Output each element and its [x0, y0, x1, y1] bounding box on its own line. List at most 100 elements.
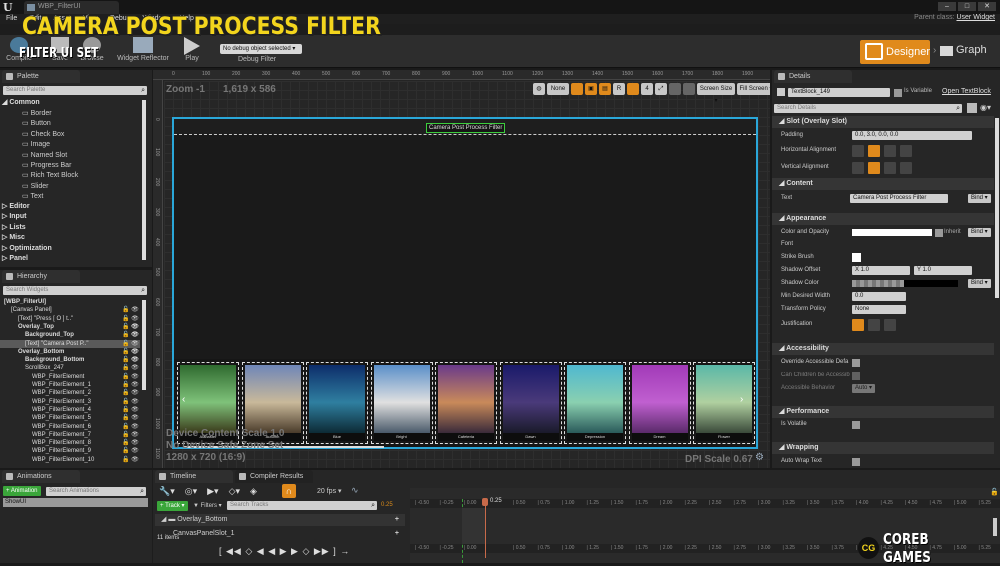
- inherit-checkbox[interactable]: [935, 229, 943, 237]
- text-input[interactable]: Camera Post Process Filter: [850, 194, 948, 203]
- content-section-header[interactable]: ◢ Content: [772, 178, 994, 190]
- padding-input[interactable]: 0.0, 3.0, 0.0, 0.0: [852, 131, 972, 140]
- dpi-toggle[interactable]: [683, 82, 695, 95]
- palette-tab[interactable]: Palette: [2, 70, 80, 83]
- color-bind-button[interactable]: Bind ▾: [968, 228, 991, 237]
- filter-thumbnail[interactable]: Dream: [628, 362, 691, 444]
- curve-editor-icon[interactable]: ∿: [351, 485, 359, 496]
- maximize-button[interactable]: □: [958, 2, 976, 11]
- lock-eye-icons[interactable]: 🔓 👁: [122, 447, 139, 455]
- add-animation-button[interactable]: + Animation: [3, 486, 41, 496]
- palette-item[interactable]: ▭ Border: [22, 109, 52, 119]
- property-matrix-icon[interactable]: [967, 103, 977, 113]
- hierarchy-row[interactable]: WBP_FilterElement_10 🔓 👁: [0, 456, 140, 464]
- align-right-button[interactable]: [884, 145, 896, 157]
- animation-item[interactable]: ShowUI: [3, 498, 148, 507]
- shadow-y-input[interactable]: Y 1.0: [914, 266, 972, 275]
- shadow-bind-button[interactable]: Bind ▾: [968, 279, 991, 288]
- shadow-color-alpha[interactable]: [852, 280, 904, 287]
- grid-snap-toggle[interactable]: [627, 82, 639, 95]
- add-track-button[interactable]: + Track ▾: [157, 501, 188, 511]
- justify-center-button[interactable]: [868, 319, 880, 331]
- hierarchy-row[interactable]: Overlay_Top 🔓 👁: [0, 323, 140, 331]
- palette-item[interactable]: ▭ Button: [22, 119, 51, 129]
- lock-eye-icons[interactable]: 🔓 👁: [122, 389, 139, 397]
- palette-search-input[interactable]: Search Palette ⌕: [3, 86, 147, 95]
- tracks-search-input[interactable]: Search Tracks ⌕: [227, 501, 377, 510]
- palette-category[interactable]: ▷ Optimization: [2, 244, 52, 254]
- hierarchy-scrollbar[interactable]: [142, 300, 146, 390]
- screen-size-select[interactable]: Screen Size ▾: [697, 82, 735, 104]
- hierarchy-row[interactable]: WBP_FilterElement_2 🔓 👁: [0, 389, 140, 397]
- view-icon[interactable]: ◎▾: [185, 486, 197, 497]
- menu-file[interactable]: File: [0, 14, 23, 24]
- filters-button[interactable]: ▼ Filters ▾: [193, 502, 222, 509]
- settings-gear-icon[interactable]: ⚙: [755, 452, 764, 463]
- hierarchy-row[interactable]: [Text] "Camera Post P.." 🔓 👁: [0, 339, 140, 348]
- lock-eye-icons[interactable]: 🔓 👁: [122, 331, 139, 339]
- lock-eye-icons[interactable]: 🔓 👁: [122, 381, 139, 389]
- is-volatile-checkbox[interactable]: [852, 421, 860, 429]
- performance-section-header[interactable]: ◢ Performance: [772, 406, 994, 418]
- filter-thumbnail[interactable]: Flower: [693, 362, 755, 444]
- fps-select[interactable]: 20 fps ▾: [317, 487, 342, 495]
- lock-eye-icons[interactable]: 🔓 👁: [122, 364, 139, 372]
- key-icon[interactable]: ◇▾: [229, 486, 240, 497]
- add-key-icon[interactable]: +: [395, 528, 399, 540]
- slot-section-header[interactable]: ◢ Slot (Overlay Slot): [772, 116, 994, 128]
- hierarchy-row[interactable]: WBP_FilterElement_4 🔓 👁: [0, 406, 140, 414]
- minimize-button[interactable]: –: [938, 2, 956, 11]
- palette-category[interactable]: ▷ Editor: [2, 202, 30, 212]
- zoom-to-fit-icon[interactable]: ⤢: [655, 82, 667, 95]
- filter-thumbnail[interactable]: Depression: [564, 362, 626, 444]
- hierarchy-row[interactable]: Overlay_Bottom 🔓 👁: [0, 348, 140, 356]
- track-canvas-slot[interactable]: CanvasPanelSlot_1 +: [155, 528, 405, 540]
- lock-eye-icons[interactable]: 🔓 👁: [122, 439, 139, 447]
- palette-item[interactable]: ▭ Text: [22, 192, 43, 202]
- lock-eye-icons[interactable]: 🔓 👁: [122, 340, 139, 348]
- children-accessible-checkbox[interactable]: [852, 372, 860, 380]
- widget-name-input[interactable]: TextBlock_149: [788, 88, 890, 97]
- appearance-section-header[interactable]: ◢ Appearance: [772, 213, 994, 225]
- strike-brush-swatch[interactable]: [852, 253, 861, 262]
- details-scrollbar[interactable]: [995, 118, 999, 298]
- hierarchy-row[interactable]: WBP_FilterElement_6 🔓 👁: [0, 423, 140, 431]
- lock-eye-icons[interactable]: 🔓 👁: [122, 315, 139, 323]
- background-toggle[interactable]: [669, 82, 681, 95]
- lock-icon[interactable]: 🔓: [990, 488, 999, 496]
- parent-class-link[interactable]: User Widget: [956, 14, 995, 21]
- details-search-input[interactable]: Search Details ⌕: [774, 104, 962, 113]
- lock-eye-icons[interactable]: 🔓 👁: [122, 356, 139, 364]
- hierarchy-row[interactable]: WBP_FilterElement_3 🔓 👁: [0, 398, 140, 406]
- layout-toggle[interactable]: ▤: [599, 82, 611, 95]
- override-accessible-checkbox[interactable]: [852, 359, 860, 367]
- auto-wrap-checkbox[interactable]: [852, 458, 860, 466]
- compiler-results-tab[interactable]: Compiler Results: [235, 470, 313, 483]
- min-width-input[interactable]: 0.0: [852, 292, 906, 301]
- widget-reflector-button[interactable]: Widget Reflector: [117, 37, 169, 62]
- open-textblock-link[interactable]: Open TextBlock: [942, 88, 991, 95]
- playback-controls[interactable]: [ ◀◀ ◇ ◀ ◀ ▶ ▶ ◇ ▶▶ ] →: [219, 546, 350, 557]
- text-bind-button[interactable]: Bind ▾: [968, 194, 991, 203]
- palette-category[interactable]: ▷ Input: [2, 212, 26, 222]
- align-fill-button[interactable]: [900, 145, 912, 157]
- hierarchy-row[interactable]: WBP_FilterElement 🔓 👁: [0, 373, 140, 381]
- auto-key-icon[interactable]: ◈: [250, 486, 257, 497]
- valign-fill-button[interactable]: [900, 162, 912, 174]
- culture-select[interactable]: None: [547, 82, 569, 95]
- lock-eye-icons[interactable]: 🔓 👁: [122, 306, 139, 314]
- lock-eye-icons[interactable]: 🔓 👁: [122, 406, 139, 414]
- palette-item[interactable]: ▭ Rich Text Block: [22, 171, 78, 181]
- justify-right-button[interactable]: [884, 319, 896, 331]
- accessible-behavior-select[interactable]: Auto ▾: [852, 384, 876, 393]
- hierarchy-row[interactable]: WBP_FilterElement_7 🔓 👁: [0, 431, 140, 439]
- hierarchy-row[interactable]: [WBP_FilterUI]: [0, 298, 140, 306]
- palette-category-common[interactable]: ◢ Common: [2, 98, 40, 108]
- hierarchy-row[interactable]: WBP_FilterElement_8 🔓 👁: [0, 439, 140, 447]
- is-variable-checkbox[interactable]: [894, 89, 902, 97]
- title-text-block[interactable]: Camera Post Process Filter: [426, 123, 506, 133]
- grid-snap-value[interactable]: 4: [641, 82, 653, 95]
- details-tab[interactable]: Details: [774, 70, 852, 83]
- valign-bottom-button[interactable]: [884, 162, 896, 174]
- timeline-tab[interactable]: Timeline: [155, 470, 233, 483]
